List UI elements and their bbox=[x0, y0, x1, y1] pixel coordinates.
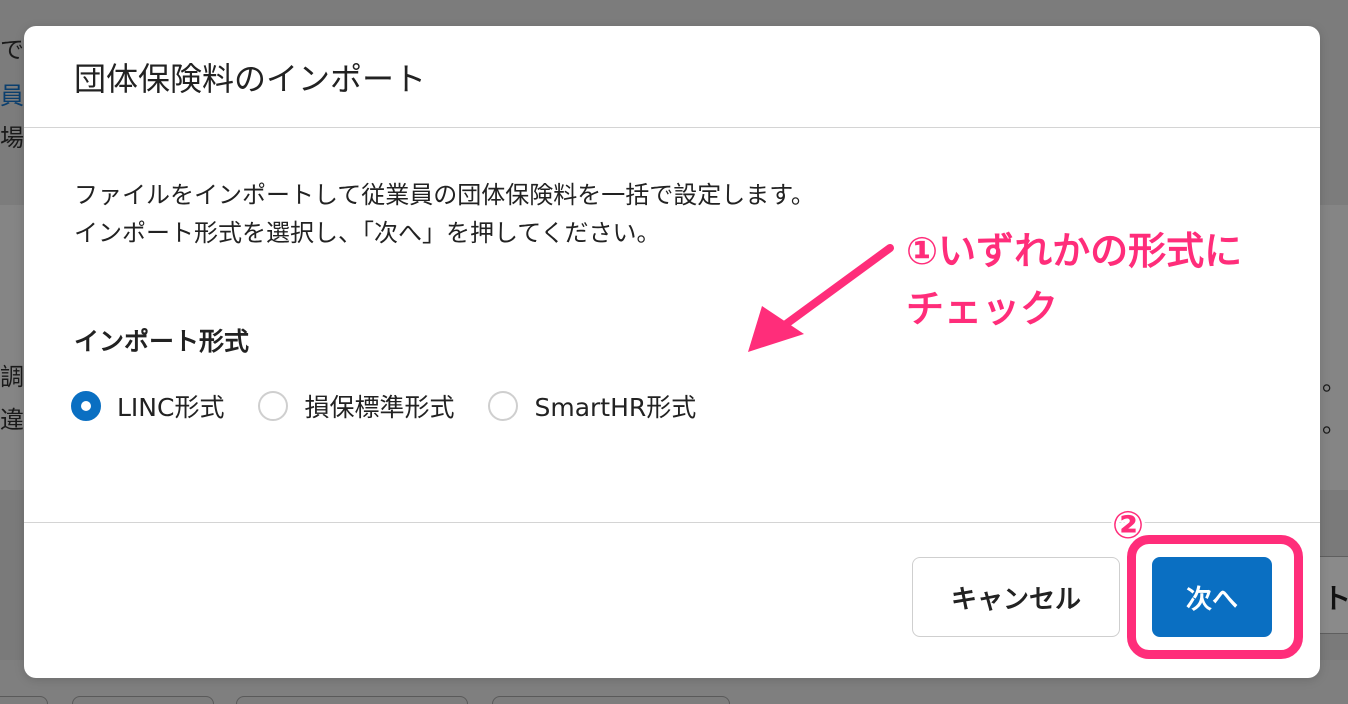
background-pill bbox=[492, 696, 730, 704]
background-pill bbox=[0, 696, 48, 704]
description-line-1: ファイルをインポートして従業員の団体保険料を一括で設定します。 bbox=[74, 181, 815, 209]
radio-label-linc: LINC形式 bbox=[117, 393, 225, 422]
background-pill bbox=[236, 696, 468, 704]
radio-option-smarthr[interactable]: SmartHR形式 bbox=[488, 388, 696, 424]
dialog-title: 団体保険料のインポート bbox=[74, 60, 427, 98]
dialog-description: ファイルをインポートして従業員の団体保険料を一括で設定します。 インポート形式を… bbox=[74, 176, 815, 252]
background-pill bbox=[72, 696, 214, 704]
background-text: 。 bbox=[1322, 410, 1346, 438]
radio-button-sonpo[interactable] bbox=[258, 391, 289, 421]
radio-option-sonpo[interactable]: 損保標準形式 bbox=[258, 388, 454, 424]
cancel-button[interactable]: キャンセル bbox=[912, 557, 1120, 637]
background-text: 。 bbox=[1322, 368, 1346, 396]
background-text: で bbox=[0, 36, 24, 64]
import-format-radio-group: LINC形式 損保標準形式 SmartHR形式 bbox=[71, 388, 730, 424]
annotation-step-1: ①いずれかの形式に チェック bbox=[906, 222, 1242, 338]
background-button-label: ト bbox=[1323, 582, 1348, 615]
background-link-text: 員 bbox=[0, 82, 24, 110]
import-dialog: 団体保険料のインポート ファイルをインポートして従業員の団体保険料を一括で設定し… bbox=[24, 26, 1320, 678]
annotation-step-1-line-2: チェック bbox=[906, 287, 1059, 331]
background-text: 調 bbox=[0, 363, 24, 391]
radio-button-smarthr[interactable] bbox=[488, 391, 519, 421]
dialog-header: 団体保険料のインポート bbox=[24, 26, 1320, 128]
background-text: 違 bbox=[0, 406, 24, 434]
annotation-highlight-box bbox=[1127, 535, 1303, 659]
description-line-2: インポート形式を選択し、「次へ」を押してください。 bbox=[74, 219, 661, 247]
import-format-label: インポート形式 bbox=[74, 327, 250, 356]
annotation-arrow-icon bbox=[741, 241, 897, 359]
radio-button-linc[interactable] bbox=[71, 391, 101, 421]
radio-option-linc[interactable]: LINC形式 bbox=[71, 388, 224, 424]
annotation-step-1-line-1: ①いずれかの形式に bbox=[906, 229, 1243, 273]
radio-label-sonpo: 損保標準形式 bbox=[304, 393, 455, 422]
background-text: 場 bbox=[0, 124, 24, 152]
radio-label-smarthr: SmartHR形式 bbox=[534, 393, 697, 422]
